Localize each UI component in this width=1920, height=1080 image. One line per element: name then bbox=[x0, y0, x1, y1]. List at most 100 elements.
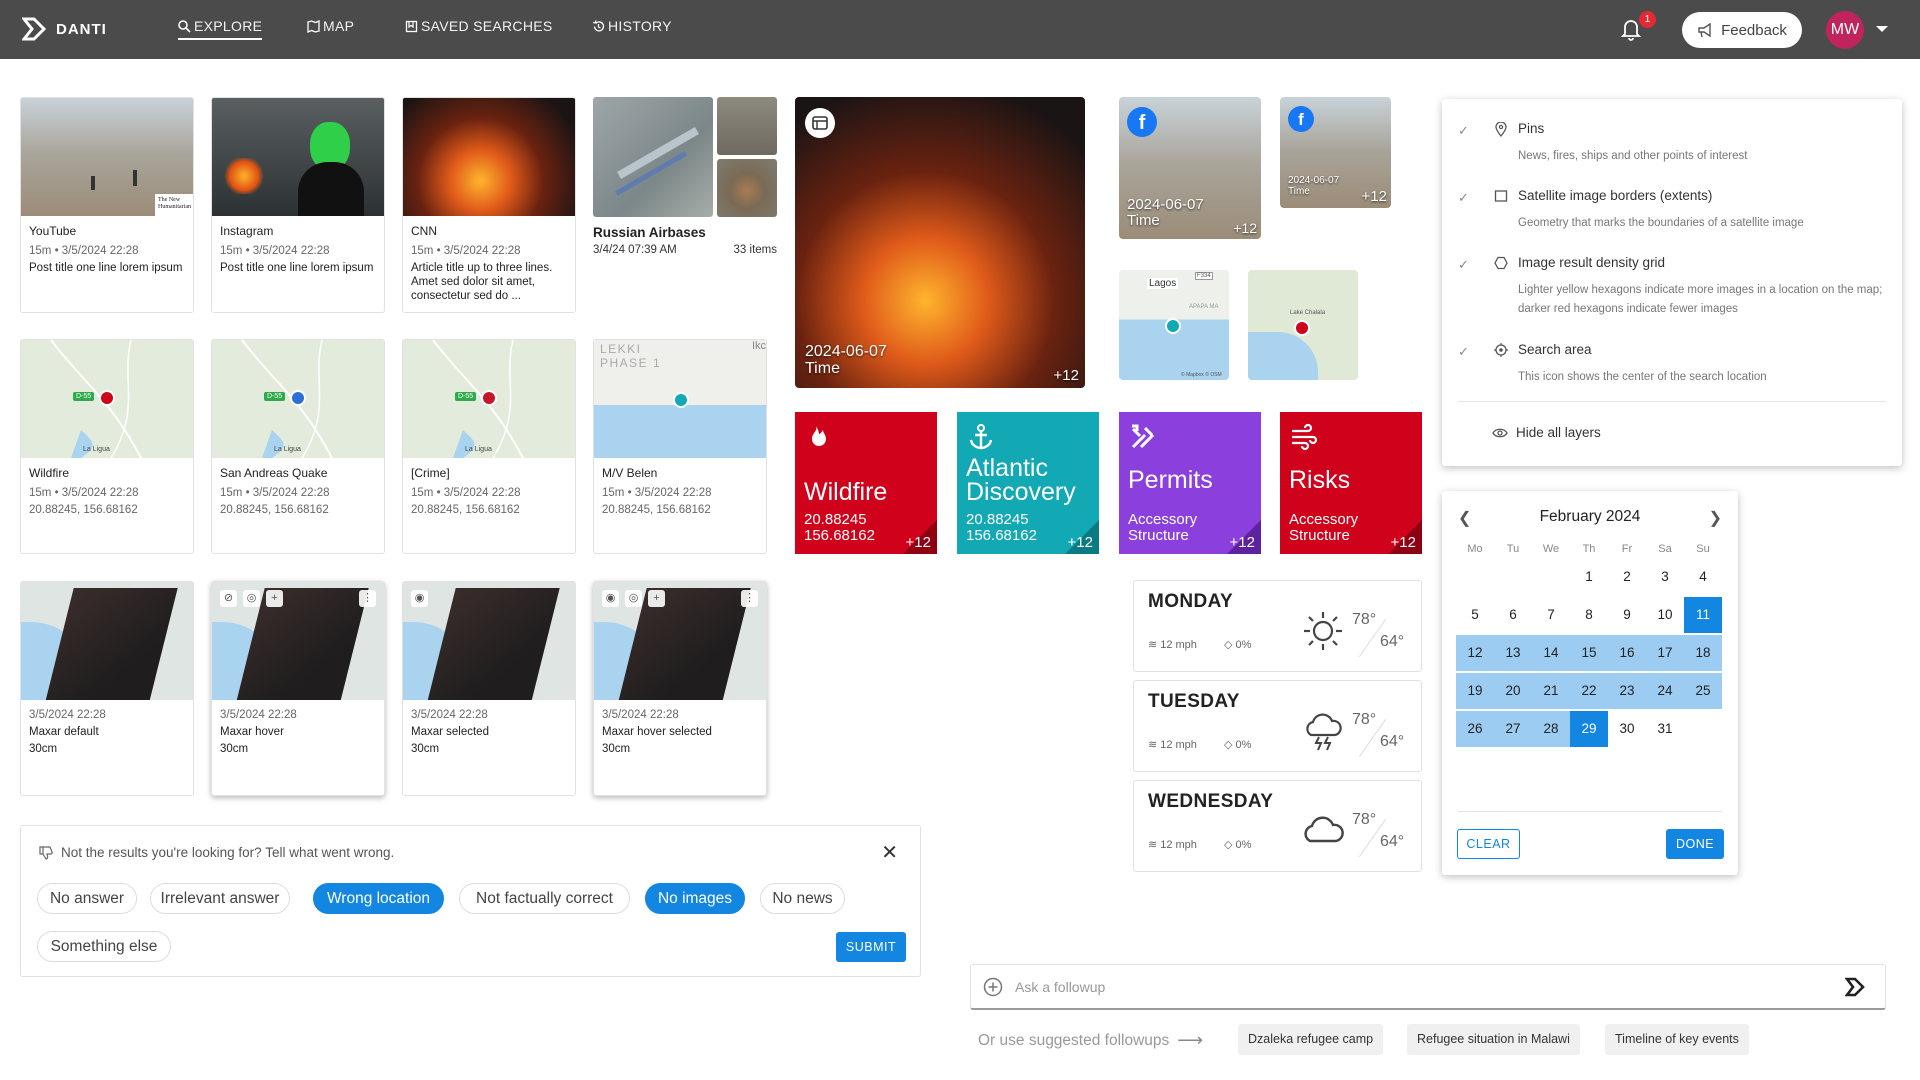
send-danti-icon[interactable] bbox=[1845, 977, 1867, 997]
calendar-day-5[interactable]: 5 bbox=[1456, 597, 1494, 633]
weather-card-monday[interactable]: MONDAY ≋ 12 mph ◇ 0% 78° 64° bbox=[1133, 580, 1422, 672]
feedback-submit-button[interactable]: SUBMIT bbox=[836, 932, 906, 962]
danti-logo[interactable]: DANTI bbox=[22, 17, 107, 41]
account-menu-caret-icon[interactable] bbox=[1876, 26, 1888, 32]
calendar-day-19[interactable]: 19 bbox=[1456, 673, 1494, 709]
calendar-day-10[interactable]: 10 bbox=[1646, 597, 1684, 633]
feedback-option-no-images[interactable]: No images bbox=[645, 883, 745, 914]
followup-input[interactable] bbox=[1015, 975, 1815, 999]
suggestion-chip[interactable]: Dzaleka refugee camp bbox=[1238, 1024, 1384, 1055]
feedback-option-wrong-location[interactable]: Wrong location bbox=[313, 883, 444, 914]
calendar-day-13[interactable]: 13 bbox=[1494, 635, 1532, 671]
event-card-ship[interactable]: LEKKI PHASE 1 Ikc M/V Belen 15m • 3/5/20… bbox=[593, 339, 767, 554]
large-fire-image[interactable]: 2024-06-07 Time +12 bbox=[795, 97, 1085, 388]
next-month-chevron-icon[interactable]: ❯ bbox=[1709, 508, 1722, 528]
sat-card-selected[interactable]: ◉ 3/5/2024 22:28 Maxar selected 30cm bbox=[402, 581, 576, 796]
calendar-day-22[interactable]: 22 bbox=[1570, 673, 1608, 709]
calendar-day-17[interactable]: 17 bbox=[1646, 635, 1684, 671]
calendar-clear-button[interactable]: CLEAR bbox=[1457, 829, 1520, 859]
calendar-day-31[interactable]: 31 bbox=[1646, 711, 1684, 747]
calendar-day-12[interactable]: 12 bbox=[1456, 635, 1494, 671]
weather-card-wednesday[interactable]: WEDNESDAY ≋ 12 mph ◇ 0% 78° 64° bbox=[1133, 780, 1422, 872]
weather-card-tuesday[interactable]: TUESDAY ≋ 12 mph ◇ 0% 78° 64° bbox=[1133, 680, 1422, 772]
close-icon[interactable]: ✕ bbox=[881, 840, 898, 865]
nav-map[interactable]: MAP bbox=[307, 18, 354, 34]
megaphone-icon bbox=[1698, 22, 1711, 37]
sat-card-hover[interactable]: ⊘ ◎ + ⋮ 3/5/2024 22:28 Maxar hover 30cm bbox=[211, 581, 385, 796]
target-icon[interactable]: ◎ bbox=[625, 590, 642, 607]
tile-risks[interactable]: Risks Accessory Structure +12 bbox=[1280, 412, 1422, 554]
event-card-crime[interactable]: D-55 La Ligua [Crime] 15m • 3/5/2024 22:… bbox=[402, 339, 576, 554]
calendar-day-23[interactable]: 23 bbox=[1608, 673, 1646, 709]
eye-icon[interactable]: ◉ bbox=[602, 590, 619, 607]
calendar-day-14[interactable]: 14 bbox=[1532, 635, 1570, 671]
calendar-day-6[interactable]: 6 bbox=[1494, 597, 1532, 633]
eye-icon[interactable]: ◉ bbox=[411, 590, 428, 607]
tile-atlantic-discovery[interactable]: Atlantic Discovery 20.88245 156.68162 +12 bbox=[957, 412, 1099, 554]
suggestion-chip[interactable]: Refugee situation in Malawi bbox=[1407, 1024, 1580, 1055]
more-menu-icon[interactable]: ⋮ bbox=[741, 590, 758, 607]
calendar-day-4[interactable]: 4 bbox=[1684, 559, 1722, 595]
target-icon[interactable]: ◎ bbox=[243, 590, 260, 607]
feedback-option-not-factual[interactable]: Not factually correct bbox=[459, 883, 630, 914]
tile-wildfire[interactable]: Wildfire 20.88245 156.68162 +12 bbox=[795, 412, 937, 554]
feedback-option-something-else[interactable]: Something else bbox=[37, 931, 171, 962]
calendar-day-20[interactable]: 20 bbox=[1494, 673, 1532, 709]
add-icon[interactable]: + bbox=[266, 590, 283, 607]
news-card-instagram[interactable]: Instagram 15m • 3/5/2024 22:28 Post titl… bbox=[211, 97, 385, 313]
mini-map-lagos[interactable]: Lagos F334 APAPA MA © Mapbox © OSM bbox=[1119, 270, 1229, 380]
add-circle-icon[interactable] bbox=[983, 977, 1003, 997]
calendar-day-16[interactable]: 16 bbox=[1608, 635, 1646, 671]
tile-title: Permits bbox=[1128, 466, 1213, 494]
news-card-youtube[interactable]: The New Humanitarian YouTube 15m • 3/5/2… bbox=[20, 97, 194, 313]
news-card-cnn[interactable]: CNN 15m • 3/5/2024 22:28 Article title u… bbox=[402, 97, 576, 313]
fire-pin-icon[interactable] bbox=[1294, 320, 1310, 336]
calendar-day-21[interactable]: 21 bbox=[1532, 673, 1570, 709]
feedback-option-no-news[interactable]: No news bbox=[760, 883, 845, 914]
calendar-day-3[interactable]: 3 bbox=[1646, 559, 1684, 595]
event-card-wildfire[interactable]: D-55 La Ligua Wildfire 15m • 3/5/2024 22… bbox=[20, 339, 194, 554]
hide-all-layers-button[interactable]: Hide all layers bbox=[1492, 425, 1601, 440]
calendar-day-18[interactable]: 18 bbox=[1684, 635, 1722, 671]
gallery-icon[interactable] bbox=[805, 108, 835, 138]
mini-map-lake[interactable]: Lake Chalala bbox=[1248, 270, 1358, 380]
layer-search-area[interactable]: ✓ Search area This icon shows the center… bbox=[1458, 342, 1898, 392]
calendar-day-29[interactable]: 29 bbox=[1570, 711, 1608, 747]
layer-density-grid[interactable]: ✓ Image result density grid Lighter yell… bbox=[1458, 255, 1898, 325]
calendar-done-button[interactable]: DONE bbox=[1666, 829, 1724, 859]
calendar-day-2[interactable]: 2 bbox=[1608, 559, 1646, 595]
hide-eye-icon[interactable]: ⊘ bbox=[220, 590, 237, 607]
calendar-day-1[interactable]: 1 bbox=[1570, 559, 1608, 595]
tile-permits[interactable]: Permits Accessory Structure +12 bbox=[1119, 412, 1261, 554]
facebook-image-1[interactable]: f 2024-06-07 Time +12 bbox=[1119, 97, 1261, 239]
feedback-option-irrelevant[interactable]: Irrelevant answer bbox=[150, 883, 290, 914]
calendar-day-24[interactable]: 24 bbox=[1646, 673, 1684, 709]
nav-history[interactable]: HISTORY bbox=[592, 18, 672, 34]
nav-explore[interactable]: EXPLORE bbox=[178, 18, 263, 40]
facebook-image-2[interactable]: f 2024-06-07 Time +12 bbox=[1280, 97, 1391, 208]
calendar-day-25[interactable]: 25 bbox=[1684, 673, 1722, 709]
calendar-day-30[interactable]: 30 bbox=[1608, 711, 1646, 747]
layer-satellite-borders[interactable]: ✓ Satellite image borders (extents) Geom… bbox=[1458, 188, 1898, 238]
calendar-day-15[interactable]: 15 bbox=[1570, 635, 1608, 671]
anchor-pin-icon[interactable] bbox=[1165, 318, 1181, 334]
feedback-option-no-answer[interactable]: No answer bbox=[37, 883, 137, 914]
calendar-day-7[interactable]: 7 bbox=[1532, 597, 1570, 633]
add-icon[interactable]: + bbox=[648, 590, 665, 607]
calendar-day-11[interactable]: 11 bbox=[1684, 597, 1722, 633]
sat-card-hover-selected[interactable]: ◉ ◎ + ⋮ 3/5/2024 22:28 Maxar hover selecte… bbox=[593, 581, 767, 796]
calendar-day-27[interactable]: 27 bbox=[1494, 711, 1532, 747]
calendar-day-26[interactable]: 26 bbox=[1456, 711, 1494, 747]
user-avatar[interactable]: MW bbox=[1826, 11, 1864, 49]
event-card-quake[interactable]: D-55 La Ligua San Andreas Quake 15m • 3/… bbox=[211, 339, 385, 554]
sat-card-default[interactable]: 3/5/2024 22:28 Maxar default 30cm bbox=[20, 581, 194, 796]
feedback-button[interactable]: Feedback bbox=[1682, 12, 1802, 48]
nav-saved-searches[interactable]: SAVED SEARCHES bbox=[405, 18, 553, 34]
layer-pins[interactable]: ✓ Pins News, fires, ships and other poin… bbox=[1458, 121, 1898, 171]
collection-russian-airbases[interactable]: Russian Airbases 3/4/24 07:39 AM 33 item… bbox=[593, 97, 777, 267]
calendar-day-9[interactable]: 9 bbox=[1608, 597, 1646, 633]
more-menu-icon[interactable]: ⋮ bbox=[359, 590, 376, 607]
calendar-day-28[interactable]: 28 bbox=[1532, 711, 1570, 747]
calendar-day-8[interactable]: 8 bbox=[1570, 597, 1608, 633]
suggestion-chip[interactable]: Timeline of key events bbox=[1605, 1024, 1749, 1055]
